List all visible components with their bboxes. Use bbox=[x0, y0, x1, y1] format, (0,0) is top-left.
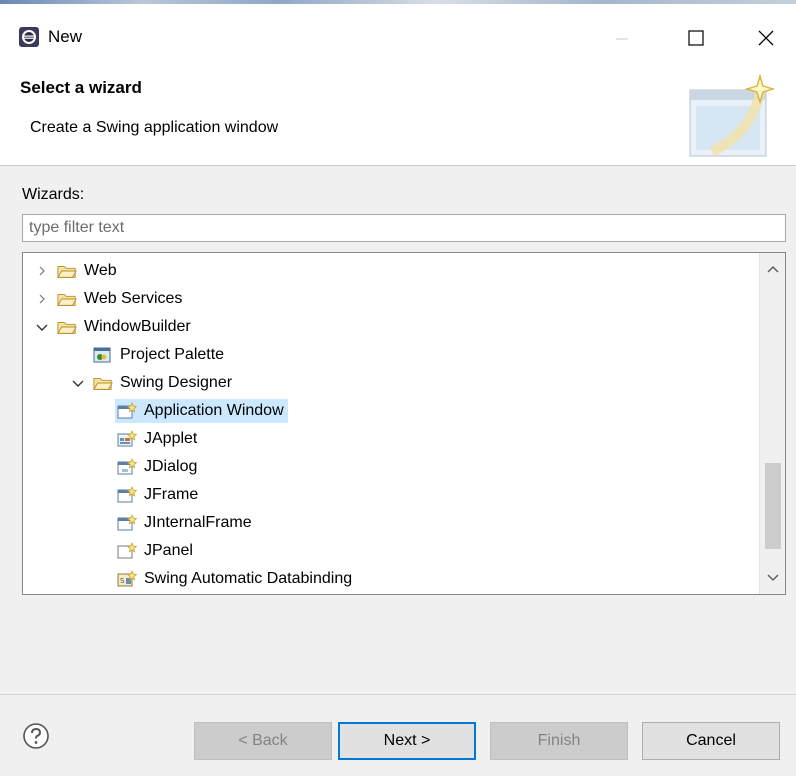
databinding-icon: S bbox=[117, 570, 137, 588]
folder-icon bbox=[57, 262, 77, 280]
chevron-down-icon[interactable] bbox=[33, 318, 51, 336]
back-button[interactable]: < Back bbox=[194, 722, 332, 760]
tree-item-label: JDialog bbox=[144, 458, 198, 475]
dialog-wizard-icon bbox=[117, 458, 137, 476]
minimize-icon bbox=[616, 38, 628, 40]
chevron-right-icon[interactable] bbox=[33, 262, 51, 280]
folder-open-icon bbox=[93, 374, 113, 392]
finish-button[interactable]: Finish bbox=[490, 722, 628, 760]
close-button[interactable] bbox=[744, 18, 788, 58]
cancel-button[interactable]: Cancel bbox=[642, 722, 780, 760]
tree-item-windowbuilder[interactable]: WindowBuilder bbox=[33, 313, 195, 341]
chevron-right-icon[interactable] bbox=[33, 290, 51, 308]
palette-icon bbox=[93, 346, 113, 364]
next-button[interactable]: Next > bbox=[338, 722, 476, 760]
tree-item-jpanel[interactable]: JPanel bbox=[97, 537, 197, 565]
tree-item-jframe[interactable]: JFrame bbox=[97, 481, 202, 509]
help-icon[interactable] bbox=[22, 722, 50, 750]
tree-item-japplet[interactable]: JApplet bbox=[97, 425, 201, 453]
chevron-up-icon bbox=[767, 265, 779, 273]
tree-item-label: JFrame bbox=[144, 486, 199, 503]
scroll-up-button[interactable] bbox=[760, 257, 785, 281]
tree-item-label: Project Palette bbox=[120, 346, 225, 363]
window-wizard-icon bbox=[117, 486, 137, 504]
page-title: Select a wizard bbox=[20, 78, 142, 97]
tree-item-jinternalframe[interactable]: JInternalFrame bbox=[97, 509, 256, 537]
new-window-wizard-banner-icon bbox=[689, 73, 776, 157]
chevron-down-icon bbox=[767, 574, 779, 582]
folder-icon bbox=[57, 290, 77, 308]
scroll-thumb[interactable] bbox=[765, 463, 781, 549]
wizard-header: Select a wizard Create a Swing applicati… bbox=[0, 66, 796, 166]
applet-wizard-icon bbox=[117, 430, 137, 448]
chevron-down-icon[interactable] bbox=[69, 374, 87, 392]
window-wizard-icon bbox=[117, 402, 137, 420]
filter-input[interactable] bbox=[22, 214, 786, 242]
tree-item-project-palette[interactable]: Project Palette bbox=[69, 341, 228, 369]
tree-item-label: Swing Automatic Databinding bbox=[144, 570, 353, 587]
window-wizard-icon bbox=[117, 514, 137, 532]
window-title: New bbox=[48, 27, 83, 46]
tree-scrollbar[interactable] bbox=[759, 253, 785, 594]
tree-item-application-window[interactable]: Application Window bbox=[97, 397, 288, 425]
tree-item-label: JInternalFrame bbox=[144, 514, 252, 531]
tree-item-swing-automatic-databinding[interactable]: S Swing Automatic Databinding bbox=[97, 565, 356, 593]
maximize-icon bbox=[688, 30, 704, 46]
scroll-down-button[interactable] bbox=[760, 566, 785, 590]
tree-item-web-services[interactable]: Web Services bbox=[33, 285, 186, 313]
tree-item-label: Web Services bbox=[84, 290, 183, 307]
svg-text:S: S bbox=[120, 577, 125, 585]
eclipse-icon bbox=[19, 27, 39, 47]
tree-item-label: Application Window bbox=[144, 402, 284, 419]
tree-item-swing-designer[interactable]: Swing Designer bbox=[69, 369, 236, 397]
tree-item-jdialog[interactable]: JDialog bbox=[97, 453, 201, 481]
footer-divider bbox=[0, 694, 796, 695]
page-description: Create a Swing application window bbox=[30, 119, 279, 136]
tree-item-label: WindowBuilder bbox=[84, 318, 191, 335]
tree-item-label: Web bbox=[84, 262, 117, 279]
wizard-tree[interactable]: Web Web Services WindowBuilder Project P… bbox=[22, 252, 786, 595]
panel-wizard-icon bbox=[117, 542, 137, 560]
close-icon bbox=[758, 30, 774, 46]
folder-open-icon bbox=[57, 318, 77, 336]
tree-item-web[interactable]: Web bbox=[33, 257, 121, 285]
tree-item-label: JPanel bbox=[144, 542, 193, 559]
minimize-button[interactable] bbox=[600, 18, 644, 58]
tree-item-label: JApplet bbox=[144, 430, 198, 447]
title-bar: New bbox=[0, 4, 796, 66]
tree-item-label: Swing Designer bbox=[120, 374, 233, 391]
wizards-label: Wizards: bbox=[22, 186, 85, 203]
maximize-button[interactable] bbox=[674, 18, 718, 58]
